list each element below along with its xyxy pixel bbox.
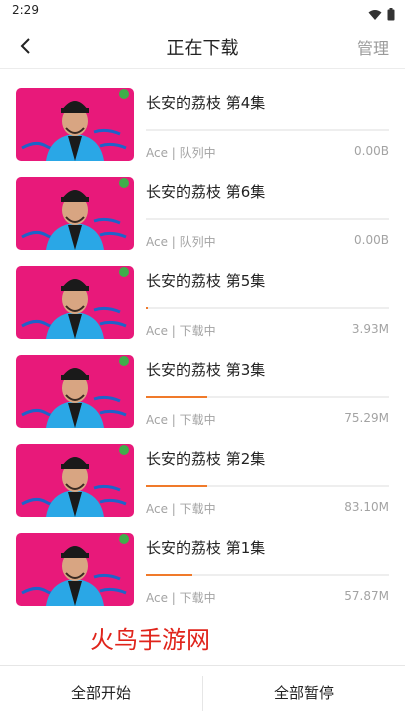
page-title: 正在下载 xyxy=(166,38,239,59)
bottom-bar: 全部开始 全部暂停 xyxy=(0,665,405,721)
progress-fill xyxy=(146,396,207,398)
item-size: 75.29M xyxy=(344,411,389,425)
item-size: 3.93M xyxy=(351,322,389,336)
wifi-icon xyxy=(368,9,382,20)
item-title: 长安的荔枝 第1集 xyxy=(146,539,266,557)
download-item[interactable]: 长安的荔枝 第5集 Ace | 下载中 3.93M xyxy=(0,260,405,349)
pause-all-button[interactable]: 全部暂停 xyxy=(203,666,405,721)
progress-track xyxy=(146,396,389,398)
item-size: 83.10M xyxy=(344,500,389,514)
status-icons xyxy=(368,4,395,23)
status-bar: 2:29 xyxy=(0,0,405,22)
status-time: 2:29 xyxy=(12,3,39,17)
item-status: Ace | 队列中 xyxy=(146,235,216,249)
video-thumbnail xyxy=(16,266,134,339)
progress-fill xyxy=(146,574,193,576)
progress-track xyxy=(146,485,389,487)
item-size: 0.00B xyxy=(354,144,389,158)
progress-track xyxy=(146,307,389,309)
progress-fill xyxy=(146,485,207,487)
video-thumbnail xyxy=(16,177,134,250)
manage-button[interactable]: 管理 xyxy=(357,35,389,59)
download-item[interactable]: 长安的荔枝 第3集 Ace | 下载中 75.29M xyxy=(0,349,405,438)
item-size: 57.87M xyxy=(344,589,389,603)
item-title: 长安的荔枝 第2集 xyxy=(146,450,266,468)
progress-track xyxy=(146,129,389,131)
progress-fill xyxy=(146,307,149,309)
item-title: 长安的荔枝 第3集 xyxy=(146,361,266,379)
battery-icon xyxy=(387,8,395,21)
video-thumbnail xyxy=(16,88,134,161)
item-size: 0.00B xyxy=(354,233,389,247)
video-thumbnail xyxy=(16,355,134,428)
download-item[interactable]: 长安的荔枝 第6集 Ace | 队列中 0.00B xyxy=(0,171,405,260)
watermark-text: 火鸟手游网 xyxy=(90,626,210,654)
item-status: Ace | 下载中 xyxy=(146,413,216,427)
item-status: Ace | 下载中 xyxy=(146,591,216,605)
video-thumbnail xyxy=(16,444,134,517)
video-thumbnail xyxy=(16,533,134,606)
download-item[interactable]: 长安的荔枝 第2集 Ace | 下载中 83.10M xyxy=(0,438,405,527)
download-list: 长安的荔枝 第4集 Ace | 队列中 0.00B 长安的荔枝 第6集 Ace | 队列… xyxy=(0,82,405,616)
nav-bar: 正在下载 管理 xyxy=(0,22,405,69)
download-item[interactable]: 长安的荔枝 第4集 Ace | 队列中 0.00B xyxy=(0,82,405,171)
item-title: 长安的荔枝 第5集 xyxy=(146,272,266,290)
download-item[interactable]: 长安的荔枝 第1集 Ace | 下载中 57.87M xyxy=(0,527,405,616)
item-title: 长安的荔枝 第6集 xyxy=(146,183,266,201)
item-title: 长安的荔枝 第4集 xyxy=(146,94,266,112)
start-all-button[interactable]: 全部开始 xyxy=(0,666,202,721)
progress-track xyxy=(146,218,389,220)
item-status: Ace | 下载中 xyxy=(146,502,216,516)
progress-track xyxy=(146,574,389,576)
item-status: Ace | 队列中 xyxy=(146,146,216,160)
item-status: Ace | 下载中 xyxy=(146,324,216,338)
